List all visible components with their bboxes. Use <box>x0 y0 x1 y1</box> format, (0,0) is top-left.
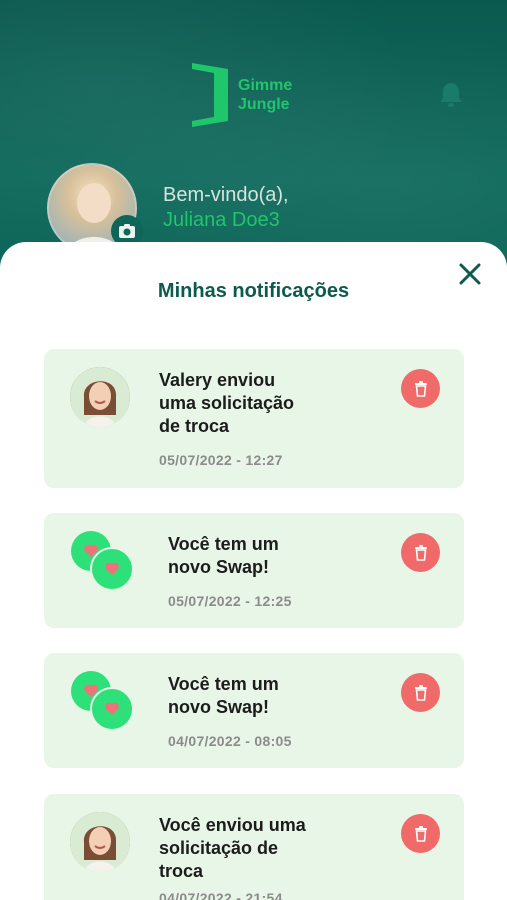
logo-line-1: Gimme <box>238 77 293 94</box>
swap-hearts-icon <box>70 531 134 591</box>
welcome-text: Bem-vindo(a), <box>163 184 289 206</box>
sheet-title: Minhas notificações <box>157 280 350 302</box>
notification-line: Valery enviou <box>159 370 276 390</box>
notification-line: de troca <box>159 416 230 436</box>
app-logo: Gimme Jungle <box>192 63 292 127</box>
swap-hearts-icon <box>70 671 134 731</box>
delete-button[interactable] <box>401 369 440 408</box>
logo-mark-icon <box>192 63 228 127</box>
user-avatar <box>70 812 130 872</box>
username-text: Juliana Doe3 <box>163 209 280 231</box>
notification-time: 05/07/2022 - 12:27 <box>159 452 283 468</box>
notification-card[interactable]: Valery enviou uma solicitação de troca 0… <box>44 349 464 488</box>
notification-text: Você tem um novo Swap! <box>168 533 279 579</box>
notification-text: Você enviou uma solicitação de troca <box>159 814 306 883</box>
notification-text: Valery enviou uma solicitação de troca <box>159 369 294 438</box>
notification-line: solicitação de <box>159 838 279 858</box>
trash-icon <box>414 684 427 701</box>
notification-card[interactable]: Você tem um novo Swap! 05/07/2022 - 12:2… <box>44 513 464 628</box>
trash-icon <box>414 380 427 397</box>
notification-card[interactable]: Você tem um novo Swap! 04/07/2022 - 08:0… <box>44 653 464 768</box>
notification-text: Você tem um novo Swap! <box>168 673 279 719</box>
logo-line-2: Jungle <box>238 96 290 113</box>
notification-line: novo Swap! <box>168 697 270 717</box>
notification-time: 04/07/2022 - 21:54 <box>159 890 283 900</box>
delete-button[interactable] <box>401 814 440 853</box>
notification-time: 04/07/2022 - 08:05 <box>168 733 292 749</box>
notification-time: 05/07/2022 - 12:25 <box>168 593 292 609</box>
user-avatar <box>70 367 130 427</box>
bell-icon[interactable] <box>438 81 464 109</box>
notification-line: Você tem um <box>168 674 279 694</box>
notification-line: uma solicitação <box>159 393 295 413</box>
trash-icon <box>414 544 427 561</box>
notification-line: Você enviou uma <box>159 815 306 835</box>
notification-line: Você tem um <box>168 534 279 554</box>
logo-text: Gimme Jungle <box>238 76 292 114</box>
trash-icon <box>414 825 427 842</box>
notification-line: novo Swap! <box>168 557 270 577</box>
notification-card[interactable]: Você enviou uma solicitação de troca 04/… <box>44 794 464 900</box>
delete-button[interactable] <box>401 673 440 712</box>
notification-line: troca <box>159 861 204 881</box>
delete-button[interactable] <box>401 533 440 572</box>
